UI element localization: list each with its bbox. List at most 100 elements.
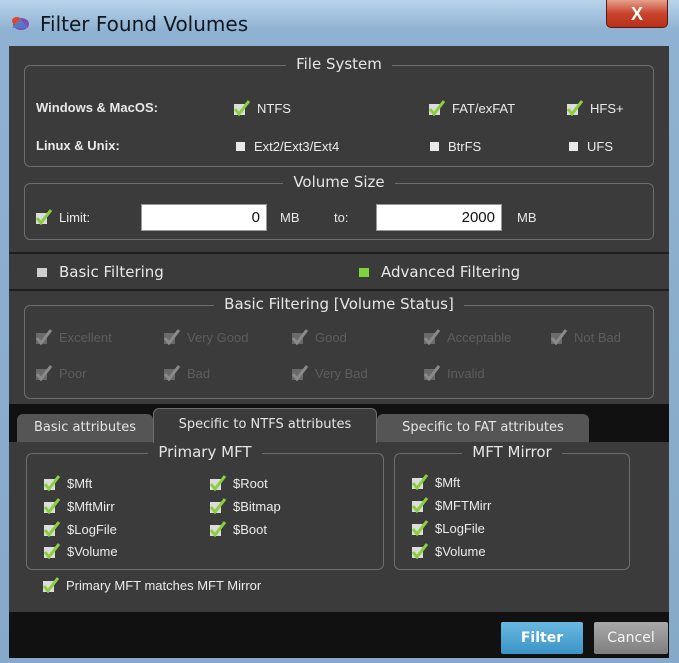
status-label: Poor bbox=[59, 365, 87, 381]
primary-mft-group: Primary MFT $Mft $MftMirr $LogFile $Volu… bbox=[26, 443, 384, 570]
ufs-label: UFS bbox=[587, 138, 613, 154]
mft-match-checkbox[interactable]: Primary MFT matches MFT Mirror bbox=[42, 576, 261, 594]
checkmark-icon bbox=[423, 365, 441, 382]
status-very-good-checkbox[interactable]: Very Good bbox=[163, 328, 248, 346]
ntfs-checkbox[interactable]: NTFS bbox=[233, 99, 291, 117]
mft-mirror-group: MFT Mirror $Mft $MFTMirr $LogFile $Volum… bbox=[394, 443, 630, 570]
radio-on-icon bbox=[359, 267, 369, 277]
mirror-logfile-checkbox[interactable]: $LogFile bbox=[411, 519, 485, 537]
status-acceptable-checkbox[interactable]: Acceptable bbox=[423, 328, 511, 346]
status-label: Bad bbox=[187, 365, 211, 381]
primary-bitmap-checkbox[interactable]: $Bitmap bbox=[209, 497, 281, 515]
to-label: to: bbox=[334, 210, 349, 225]
status-label: Invalid bbox=[447, 365, 485, 381]
status-label: Acceptable bbox=[447, 329, 512, 345]
mirror-mft-checkbox[interactable]: $Mft bbox=[411, 473, 460, 491]
status-label: Not Bad bbox=[574, 329, 621, 345]
fat-exfat-checkbox[interactable]: FAT/exFAT bbox=[428, 99, 515, 117]
tab-ntfs-attributes[interactable]: Specific to NTFS attributes bbox=[153, 408, 377, 443]
volume-status-group: Basic Filtering [Volume Status] Excellen… bbox=[24, 295, 654, 399]
hfs-plus-label: HFS+ bbox=[590, 100, 624, 116]
status-invalid-checkbox[interactable]: Invalid bbox=[423, 364, 485, 382]
mft-mirror-title: MFT Mirror bbox=[462, 443, 562, 461]
mft-item-label: $Mft bbox=[67, 475, 93, 491]
checkmark-icon bbox=[43, 498, 61, 515]
close-icon: X bbox=[630, 4, 643, 24]
primary-volume-checkbox[interactable]: $Volume bbox=[43, 542, 118, 560]
advanced-filtering-radio[interactable]: Advanced Filtering bbox=[359, 263, 520, 281]
filter-button[interactable]: Filter bbox=[501, 622, 583, 654]
size-from-input[interactable]: 0 bbox=[141, 204, 267, 231]
title-bar[interactable]: Filter Found Volumes X bbox=[0, 0, 679, 46]
checkmark-icon bbox=[42, 577, 60, 594]
mirror-item-label: $MFTMirr bbox=[435, 497, 492, 513]
status-very-bad-checkbox[interactable]: Very Bad bbox=[291, 364, 368, 382]
basic-filtering-radio[interactable]: Basic Filtering bbox=[37, 263, 164, 281]
mft-match-label: Primary MFT matches MFT Mirror bbox=[66, 577, 262, 593]
dialog-window: Filter Found Volumes X File System Windo… bbox=[0, 0, 679, 663]
advanced-filtering-label: Advanced Filtering bbox=[381, 263, 521, 281]
basic-filtering-label: Basic Filtering bbox=[59, 263, 164, 281]
ntfs-label: NTFS bbox=[257, 100, 291, 116]
mft-item-label: $Volume bbox=[67, 543, 118, 559]
status-label: Excellent bbox=[59, 329, 112, 345]
status-poor-checkbox[interactable]: Poor bbox=[35, 364, 86, 382]
btrfs-checkbox[interactable]: BtrFS bbox=[426, 137, 481, 155]
checkmark-icon bbox=[209, 498, 227, 515]
mirror-item-label: $Mft bbox=[435, 474, 461, 490]
close-button[interactable]: X bbox=[606, 0, 668, 28]
btrfs-label: BtrFS bbox=[448, 138, 482, 154]
tab-basic-attributes[interactable]: Basic attributes bbox=[17, 414, 153, 442]
checkmark-icon bbox=[43, 543, 61, 560]
checkmark-icon bbox=[209, 475, 227, 492]
ufs-checkbox[interactable]: UFS bbox=[565, 137, 613, 155]
checkmark-icon bbox=[291, 329, 309, 346]
checkmark-icon bbox=[411, 474, 429, 491]
volume-size-group: Volume Size Limit: 0 MB to: 2000 MB bbox=[24, 173, 654, 240]
checkmark-icon bbox=[163, 365, 181, 382]
status-label: Very Good bbox=[187, 329, 249, 345]
mft-item-label: $Boot bbox=[233, 521, 267, 537]
separator bbox=[9, 252, 669, 254]
checkmark-icon bbox=[35, 329, 53, 346]
status-good-checkbox[interactable]: Good bbox=[291, 328, 347, 346]
checkmark-icon bbox=[411, 543, 429, 560]
mft-item-label: $Root bbox=[233, 475, 268, 491]
checkmark-icon bbox=[550, 329, 568, 346]
primary-mft-checkbox[interactable]: $Mft bbox=[43, 474, 92, 492]
primary-logfile-checkbox[interactable]: $LogFile bbox=[43, 520, 117, 538]
tab-fat-attributes[interactable]: Specific to FAT attributes bbox=[377, 414, 589, 442]
unchecked-box-icon bbox=[430, 141, 439, 151]
size-to-input[interactable]: 2000 bbox=[376, 204, 502, 231]
limit-label: Limit: bbox=[59, 209, 91, 225]
dialog-content: File System Windows & MacOS: NTFS FAT/ex… bbox=[9, 46, 669, 658]
checkmark-icon bbox=[291, 365, 309, 382]
checkmark-icon bbox=[566, 100, 584, 117]
linux-unix-label: Linux & Unix: bbox=[36, 138, 120, 153]
radio-off-icon bbox=[37, 267, 47, 277]
app-icon bbox=[12, 17, 29, 30]
ext-checkbox[interactable]: Ext2/Ext3/Ext4 bbox=[232, 137, 339, 155]
checkmark-icon bbox=[163, 329, 181, 346]
checkmark-icon bbox=[428, 100, 446, 117]
mirror-volume-checkbox[interactable]: $Volume bbox=[411, 542, 486, 560]
checkmark-icon bbox=[423, 329, 441, 346]
status-excellent-checkbox[interactable]: Excellent bbox=[35, 328, 112, 346]
primary-boot-checkbox[interactable]: $Boot bbox=[209, 520, 267, 538]
file-system-group: File System Windows & MacOS: NTFS FAT/ex… bbox=[24, 55, 654, 167]
mft-item-label: $MftMirr bbox=[67, 498, 115, 514]
checkmark-icon bbox=[43, 475, 61, 492]
status-bad-checkbox[interactable]: Bad bbox=[163, 364, 210, 382]
mirror-mftmirr-checkbox[interactable]: $MFTMirr bbox=[411, 496, 491, 514]
mirror-item-label: $Volume bbox=[435, 543, 486, 559]
limit-checkbox[interactable]: Limit: bbox=[35, 208, 90, 226]
checkmark-icon bbox=[209, 521, 227, 538]
mft-item-label: $Bitmap bbox=[233, 498, 281, 514]
checkmark-icon bbox=[233, 100, 251, 117]
primary-root-checkbox[interactable]: $Root bbox=[209, 474, 268, 492]
primary-mftmirr-checkbox[interactable]: $MftMirr bbox=[43, 497, 115, 515]
hfs-plus-checkbox[interactable]: HFS+ bbox=[566, 99, 624, 117]
status-not-bad-checkbox[interactable]: Not Bad bbox=[550, 328, 621, 346]
cancel-button[interactable]: Cancel bbox=[594, 622, 668, 654]
volume-status-title: Basic Filtering [Volume Status] bbox=[214, 295, 464, 313]
